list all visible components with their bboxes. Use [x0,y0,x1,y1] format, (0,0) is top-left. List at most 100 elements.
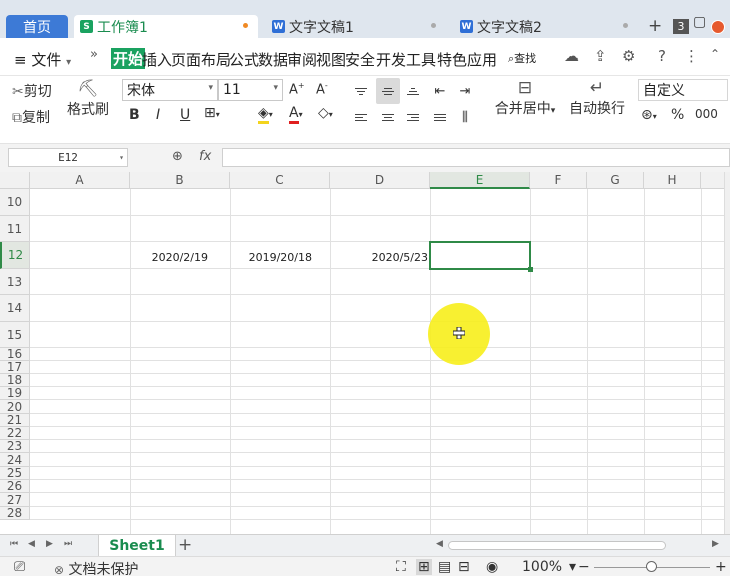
menu-formula[interactable]: 公式 [229,49,259,70]
menu-start[interactable]: 开始 [111,48,146,69]
fullscreen-icon[interactable]: ⛶ [396,559,406,575]
restore-window-icon[interactable]: ▢ [693,14,706,30]
font-size-select[interactable]: 11 ▾ [218,79,283,101]
menu-page-layout[interactable]: 页面布局 [171,49,231,70]
column-header-g[interactable]: G [587,172,644,189]
border-icon[interactable]: ⊞▾ [204,105,220,121]
row-header-10[interactable]: 10 [0,189,30,216]
wrap-text-button[interactable]: ↵ 自动换行 [567,78,627,118]
share-icon[interactable]: ⇪ [594,47,607,65]
name-box[interactable]: E12 ▾ [8,148,128,167]
normal-view-icon[interactable]: ⊞ [416,559,432,575]
justify-icon[interactable] [430,106,450,128]
row-header-19[interactable]: 19 [0,386,30,400]
prev-sheet-icon[interactable]: ◀ [28,539,35,549]
align-right-icon[interactable] [403,106,423,128]
row-header-24[interactable]: 24 [0,453,30,467]
menu-insert[interactable]: 插入 [142,49,172,70]
menu-security[interactable]: 安全 [345,49,375,70]
window-count-badge[interactable]: 3 [673,19,689,34]
copy-button[interactable]: ⧉复制 [12,107,50,127]
vertical-scrollbar[interactable] [724,172,730,534]
align-middle-icon[interactable] [376,78,400,104]
tab-workbook[interactable]: S 工作簿1 [74,15,258,38]
align-left-icon[interactable] [351,106,371,128]
cut-button[interactable]: ✂剪切 [12,81,52,101]
collapse-ribbon-icon[interactable]: ⌃ [710,47,720,61]
row-header-26[interactable]: 26 [0,479,30,493]
selected-cell-e12[interactable] [429,241,533,272]
column-header-e[interactable]: E [430,172,530,189]
menu-view[interactable]: 视图 [316,49,346,70]
align-bottom-icon[interactable] [403,80,423,102]
scroll-right-icon[interactable]: ▶ [712,539,719,549]
zoom-in-icon[interactable]: + [715,559,727,575]
tab-home[interactable]: 首页 [6,15,68,38]
merge-center-button[interactable]: ⊟ 合并居中▾ [492,78,558,118]
zoom-out-icon[interactable]: − [578,559,590,575]
indent-decrease-icon[interactable]: ⇤ [430,80,450,102]
cell-d12[interactable]: 2020/5/23 [330,251,428,264]
font-name-select[interactable]: 宋体 ▾ [122,79,218,101]
fill-color-icon[interactable]: ◈▾ [258,105,273,124]
document-protection[interactable]: ⊗ 文档未保护 [54,559,139,576]
thousands-icon[interactable]: 000 [695,107,718,121]
more-arrows-icon[interactable]: » [90,47,98,62]
page-break-view-icon[interactable]: ⊟ [458,559,470,575]
row-header-15[interactable]: 15 [0,322,30,348]
tab-doc2[interactable]: W 文字文稿2 [454,15,638,38]
menu-review[interactable]: 审阅 [287,49,317,70]
column-header-c[interactable]: C [230,172,330,189]
column-header-b[interactable]: B [130,172,230,189]
scroll-left-icon[interactable]: ◀ [436,539,443,549]
clear-format-icon[interactable]: ◇▾ [318,105,333,121]
page-layout-view-icon[interactable]: ▤ [438,559,451,575]
first-sheet-icon[interactable]: ⏮ [10,539,18,549]
more-options-icon[interactable]: ⋮ [684,47,699,65]
file-menu[interactable]: ≡ 文件 ▾ [14,49,71,70]
column-header-d[interactable]: D [330,172,430,189]
eye-protection-icon[interactable]: ◉ [486,559,498,575]
row-header-28[interactable]: 28 [0,506,30,520]
avatar[interactable] [711,20,725,34]
row-header-23[interactable]: 23 [0,439,30,453]
column-header-a[interactable]: A [30,172,130,189]
distributed-align-icon[interactable]: ⫼ [455,106,475,128]
italic-button[interactable]: I [156,107,160,123]
fx-button[interactable]: fx [199,149,211,164]
row-header-20[interactable]: 20 [0,400,30,414]
row-header-11[interactable]: 11 [0,216,30,242]
add-sheet-button[interactable]: + [178,535,192,555]
sheet-tab-sheet1[interactable]: Sheet1 [98,535,176,557]
column-header-f[interactable]: F [530,172,587,189]
settings-icon[interactable]: ⚙ [622,47,635,65]
format-painter-button[interactable]: ⛏ 格式刷 [66,79,110,119]
underline-button[interactable]: U [180,107,190,123]
increase-font-icon[interactable]: A+ [289,81,305,97]
row-header-14[interactable]: 14 [0,295,30,322]
row-header-27[interactable]: 27 [0,493,30,507]
zoom-search-icon[interactable]: ⊕ [172,149,183,164]
help-icon[interactable]: ? [658,47,666,65]
cloud-sync-icon[interactable]: ☁ [564,47,579,65]
menu-developer[interactable]: 开发工具 [376,49,436,70]
font-color-icon[interactable]: A▾ [289,105,303,124]
row-header-13[interactable]: 13 [0,269,30,295]
column-header-h[interactable]: H [644,172,701,189]
formula-input[interactable] [222,148,730,167]
align-center-icon[interactable] [378,106,398,128]
select-all-corner[interactable] [0,172,30,189]
zoom-slider-handle[interactable] [646,561,657,572]
cell-b12[interactable]: 2020/2/19 [130,251,208,264]
search-button[interactable]: ⌕查找 [508,50,536,66]
menu-data[interactable]: 数据 [258,49,288,70]
horizontal-scrollbar[interactable] [448,541,666,550]
currency-icon[interactable]: ⊛▾ [641,107,657,123]
align-top-icon[interactable] [351,80,371,102]
indent-increase-icon[interactable]: ⇥ [455,80,475,102]
number-format-select[interactable]: 自定义 [638,79,728,101]
next-sheet-icon[interactable]: ▶ [46,539,53,549]
cell-c12[interactable]: 2019/20/18 [230,251,312,264]
tab-doc1[interactable]: W 文字文稿1 [266,15,446,38]
macro-record-icon[interactable]: ⎚ [14,559,25,575]
